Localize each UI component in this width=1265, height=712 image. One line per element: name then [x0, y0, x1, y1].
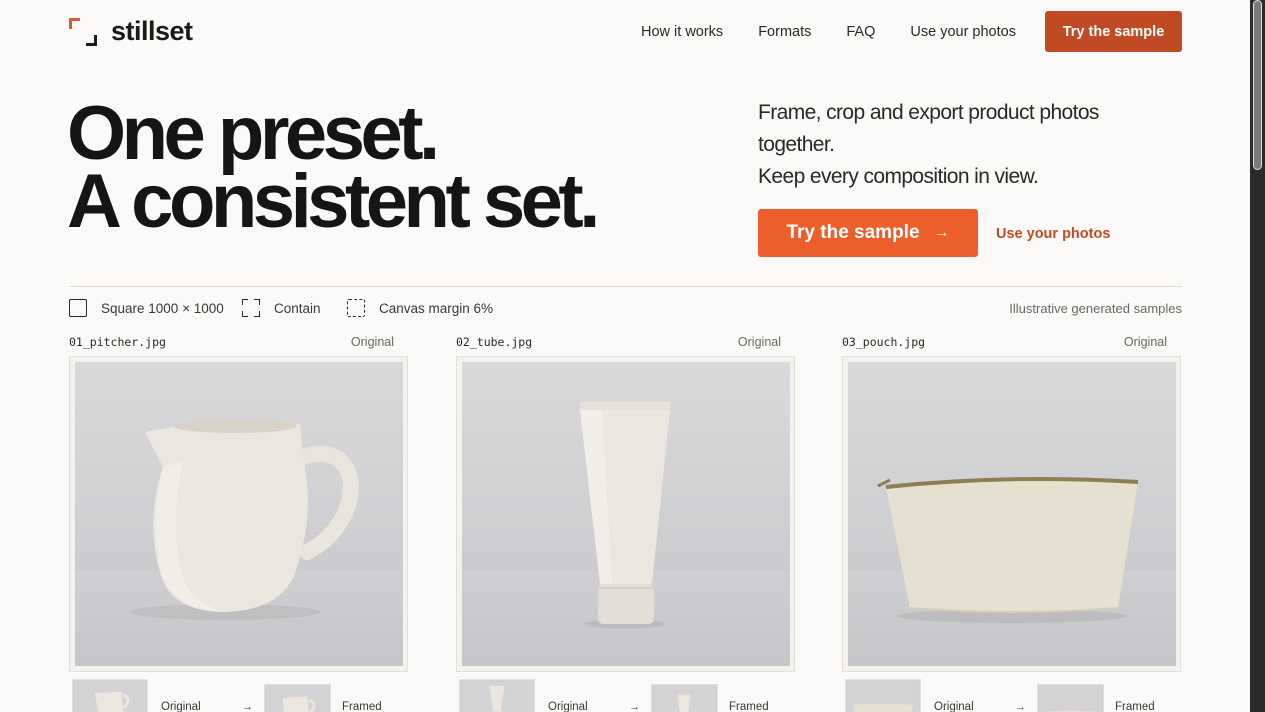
nav-links: How it works Formats FAQ Use your photos — [641, 24, 1051, 40]
preset-bar: Square 1000 × 1000 Contain Canvas margin… — [69, 299, 1182, 321]
thumb-framed-label: Framed — [729, 701, 769, 712]
sample-card-tube[interactable]: 02_tube.jpg Original Original → Framed — [456, 335, 796, 712]
preset-square[interactable]: Square 1000 × 1000 — [69, 299, 224, 317]
hero-cta-label: Try the sample — [786, 222, 920, 243]
arrow-right-icon: → — [629, 701, 640, 712]
nav-link-formats[interactable]: Formats — [758, 24, 811, 40]
thumb-original[interactable] — [459, 679, 535, 712]
card-image-frame — [69, 356, 408, 672]
pouch-illustration — [877, 476, 1139, 623]
card-image-frame — [456, 356, 795, 672]
tube-photo — [462, 362, 790, 666]
thumb-original[interactable] — [72, 679, 148, 712]
nav-try-sample-button[interactable]: Try the sample — [1045, 11, 1182, 52]
card-filename: 02_tube.jpg — [456, 335, 533, 349]
card-thumbnails: Original → Framed — [845, 679, 1185, 712]
card-thumbnails: Original → Framed — [72, 679, 412, 712]
thumb-framed[interactable] — [264, 684, 331, 712]
hero-subtitle-line1: Frame, crop and export product photos to… — [758, 101, 1099, 156]
divider — [69, 286, 1182, 287]
hero-try-sample-button[interactable]: Try the sample → — [758, 209, 978, 257]
thumb-framed-label: Framed — [342, 701, 382, 712]
card-filename: 01_pitcher.jpg — [69, 335, 166, 349]
preset-contain-label: Contain — [274, 300, 321, 316]
card-thumbnails: Original → Framed — [459, 679, 799, 712]
preset-square-label: Square 1000 × 1000 — [101, 300, 224, 316]
arrow-right-icon: → — [1015, 701, 1026, 712]
nav-link-faq[interactable]: FAQ — [846, 24, 875, 40]
tube-illustration — [580, 402, 670, 629]
card-image-frame — [842, 356, 1181, 672]
thumb-framed[interactable] — [651, 684, 718, 712]
contain-icon — [242, 299, 260, 317]
logo[interactable]: stillset — [69, 16, 193, 47]
logo-mark-icon — [69, 17, 97, 46]
pitcher-photo — [75, 362, 403, 666]
card-badge: Original — [350, 335, 394, 349]
top-nav: stillset How it works Formats FAQ Use yo… — [69, 11, 1182, 52]
preset-contain[interactable]: Contain — [242, 299, 321, 317]
nav-link-how-it-works[interactable]: How it works — [641, 24, 723, 40]
page-scrollbar[interactable] — [1250, 0, 1265, 712]
scrollbar-thumb[interactable] — [1253, 0, 1262, 170]
hero-title-line2: A consistent set. — [67, 159, 600, 244]
arrow-right-icon: → — [933, 224, 950, 241]
square-icon — [69, 299, 87, 317]
card-header: 03_pouch.jpg Original — [842, 335, 1182, 352]
samples-note: Illustrative generated samples — [1009, 301, 1182, 316]
preset-canvas-margin[interactable]: Canvas margin 6% — [347, 299, 493, 317]
thumb-framed-label: Framed — [1115, 701, 1155, 712]
canvas-margin-icon — [347, 299, 365, 317]
arrow-right-icon: → — [242, 701, 253, 712]
pouch-photo — [848, 362, 1176, 666]
thumb-original[interactable] — [845, 679, 921, 712]
hero-title-line1: One preset. — [67, 91, 440, 176]
card-badge: Original — [737, 335, 781, 349]
thumb-original-label: Original — [161, 701, 201, 712]
hero-title: One preset. A consistent set. — [67, 91, 600, 244]
card-filename: 03_pouch.jpg — [842, 335, 926, 349]
sample-card-pitcher[interactable]: 01_pitcher.jpg Original Original → Frame… — [69, 335, 409, 712]
hero-subtitle-line2: Keep every composition in view. — [758, 165, 1039, 188]
nav-link-use-your-photos[interactable]: Use your photos — [910, 24, 1016, 40]
thumb-original-label: Original — [548, 701, 588, 712]
hero-subtitle: Frame, crop and export product photos to… — [758, 97, 1158, 193]
card-badge: Original — [1123, 335, 1167, 349]
logo-text: stillset — [111, 16, 193, 46]
pitcher-illustration — [130, 419, 359, 620]
preset-canvas-margin-label: Canvas margin 6% — [379, 300, 494, 316]
card-header: 02_tube.jpg Original — [456, 335, 796, 352]
hero-use-your-photos-link[interactable]: Use your photos — [996, 226, 1110, 242]
thumb-original-label: Original — [934, 701, 974, 712]
card-header: 01_pitcher.jpg Original — [69, 335, 409, 352]
thumb-framed[interactable] — [1037, 684, 1104, 712]
sample-card-pouch[interactable]: 03_pouch.jpg Original Original → Framed — [842, 335, 1182, 712]
